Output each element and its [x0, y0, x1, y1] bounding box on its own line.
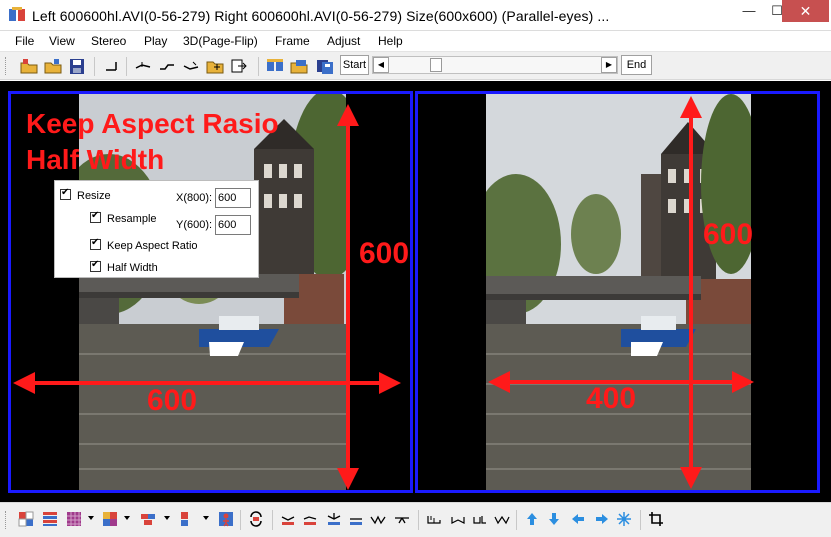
- crop-top-icon[interactable]: [472, 511, 488, 527]
- keep-aspect-ratio-label: Keep Aspect Ratio: [107, 240, 198, 252]
- arrow-down-icon[interactable]: [546, 511, 562, 527]
- x-size-input[interactable]: [215, 188, 251, 208]
- interlace-mode-icon[interactable]: [42, 511, 58, 527]
- arrow-left-icon[interactable]: [570, 511, 586, 527]
- left-height-label: 600: [359, 237, 410, 270]
- shift-mid-icon[interactable]: [158, 58, 176, 75]
- frame-scrollbar[interactable]: ◀ ▶: [372, 56, 618, 74]
- save-pair-icon[interactable]: [316, 58, 334, 75]
- checkbox-icon: [90, 237, 101, 250]
- anaglyph-mode-icon[interactable]: [18, 511, 34, 527]
- toolbar-grip[interactable]: [5, 511, 8, 529]
- viewer-area: Keep Aspect Rasio Half Width 600 600 600…: [0, 81, 831, 502]
- open-folder-icon[interactable]: [206, 58, 224, 75]
- swap-lr-icon[interactable]: [248, 511, 264, 527]
- bottom-toolbar: [0, 502, 831, 537]
- minimize-button[interactable]: —: [736, 0, 762, 22]
- toolbar-separator: [516, 510, 517, 530]
- toolbar-separator: [640, 510, 641, 530]
- dropdown-arrow-icon[interactable]: [203, 516, 209, 520]
- align-down-icon[interactable]: [326, 511, 342, 527]
- left-image-pane: Keep Aspect Rasio Half Width 600 600: [8, 91, 413, 493]
- dropdown-arrow-icon[interactable]: [164, 516, 170, 520]
- dropdown-arrow-icon[interactable]: [88, 516, 94, 520]
- resize-label: Resize: [77, 190, 111, 202]
- align-base-icon[interactable]: [348, 511, 364, 527]
- crop-tool-icon[interactable]: [648, 511, 664, 527]
- shift-down-icon[interactable]: [182, 58, 200, 75]
- menu-bar: File View Stereo Play 3D(Page-Flip) Fram…: [0, 31, 831, 51]
- crop-bottom-icon[interactable]: [494, 511, 510, 527]
- over-under-icon[interactable]: [178, 511, 194, 527]
- start-button[interactable]: Start: [340, 55, 369, 75]
- menu-3d-page-flip[interactable]: 3D(Page-Flip): [183, 34, 258, 48]
- wave-icon[interactable]: [370, 511, 386, 527]
- crop-right-icon[interactable]: [450, 511, 466, 527]
- toolbar-grip[interactable]: [5, 57, 8, 75]
- resize-options-panel: Resize Resample Keep Aspect Ratio Half W…: [54, 180, 259, 278]
- scroll-right-button[interactable]: ▶: [601, 57, 617, 73]
- open-right-icon[interactable]: [44, 58, 62, 75]
- menu-stereo[interactable]: Stereo: [91, 34, 126, 48]
- tilt-icon[interactable]: [394, 511, 410, 527]
- right-image-pane: 600 400: [415, 91, 820, 493]
- right-height-label: 600: [703, 218, 754, 251]
- left-width-label: 600: [147, 384, 198, 417]
- crop-corner-icon[interactable]: [102, 58, 120, 75]
- half-width-label: Half Width: [107, 262, 158, 274]
- open-left-icon[interactable]: [20, 58, 38, 75]
- x-size-label: X(800):: [176, 192, 213, 204]
- resize-checkbox[interactable]: Resize: [60, 187, 111, 202]
- scroll-thumb[interactable]: [430, 58, 442, 72]
- arrow-up-icon[interactable]: [524, 511, 540, 527]
- menu-file[interactable]: File: [15, 34, 34, 48]
- color-mode-icon[interactable]: [102, 511, 118, 527]
- menu-view[interactable]: View: [49, 34, 75, 48]
- resample-checkbox[interactable]: Resample: [90, 210, 157, 225]
- main-toolbar: Start ◀ ▶ End: [0, 51, 831, 80]
- window-title: Left 600600hl.AVI(0-56-279) Right 600600…: [32, 8, 610, 24]
- toolbar-separator: [126, 57, 127, 76]
- side-by-side-icon[interactable]: [140, 511, 156, 527]
- save-icon[interactable]: [68, 58, 86, 75]
- right-dimension-arrows: [488, 96, 754, 489]
- arrow-right-icon[interactable]: [594, 511, 610, 527]
- person-view-icon[interactable]: [218, 511, 234, 527]
- toolbar-separator: [418, 510, 419, 530]
- menu-frame[interactable]: Frame: [275, 34, 310, 48]
- keep-aspect-ratio-checkbox[interactable]: Keep Aspect Ratio: [90, 237, 198, 252]
- checker-mode-icon[interactable]: [66, 511, 82, 527]
- checkbox-icon: [90, 210, 101, 223]
- app-icon: [9, 7, 25, 21]
- checkbox-icon: [60, 187, 71, 200]
- checkbox-icon: [90, 259, 101, 272]
- title-bar: Left 600600hl.AVI(0-56-279) Right 600600…: [0, 0, 831, 31]
- half-width-checkbox[interactable]: Half Width: [90, 259, 158, 274]
- export-icon[interactable]: [230, 58, 248, 75]
- right-width-label: 400: [586, 382, 637, 415]
- scroll-left-button[interactable]: ◀: [373, 57, 389, 73]
- shift-up-icon[interactable]: [134, 58, 152, 75]
- y-size-input[interactable]: [215, 215, 251, 235]
- toolbar-separator: [94, 57, 95, 76]
- crop-left-icon[interactable]: [426, 511, 442, 527]
- resample-label: Resample: [107, 213, 157, 225]
- align-up-icon[interactable]: [280, 511, 296, 527]
- toolbar-separator: [240, 510, 241, 530]
- menu-adjust[interactable]: Adjust: [327, 34, 360, 48]
- dropdown-arrow-icon[interactable]: [124, 516, 130, 520]
- menu-play[interactable]: Play: [144, 34, 167, 48]
- headline-line2: Half Width: [26, 144, 165, 175]
- menu-help[interactable]: Help: [378, 34, 403, 48]
- toolbar-separator: [272, 510, 273, 530]
- snowflake-reset-icon[interactable]: [616, 511, 632, 527]
- load-folder-icon[interactable]: [290, 58, 308, 75]
- align-mid-icon[interactable]: [302, 511, 318, 527]
- headline-line1: Keep Aspect Rasio: [26, 108, 279, 139]
- y-size-label: Y(600):: [176, 219, 213, 231]
- load-pair-icon[interactable]: [266, 58, 284, 75]
- end-button[interactable]: End: [621, 55, 652, 75]
- toolbar-separator: [258, 57, 259, 76]
- close-button[interactable]: ✕: [782, 0, 829, 22]
